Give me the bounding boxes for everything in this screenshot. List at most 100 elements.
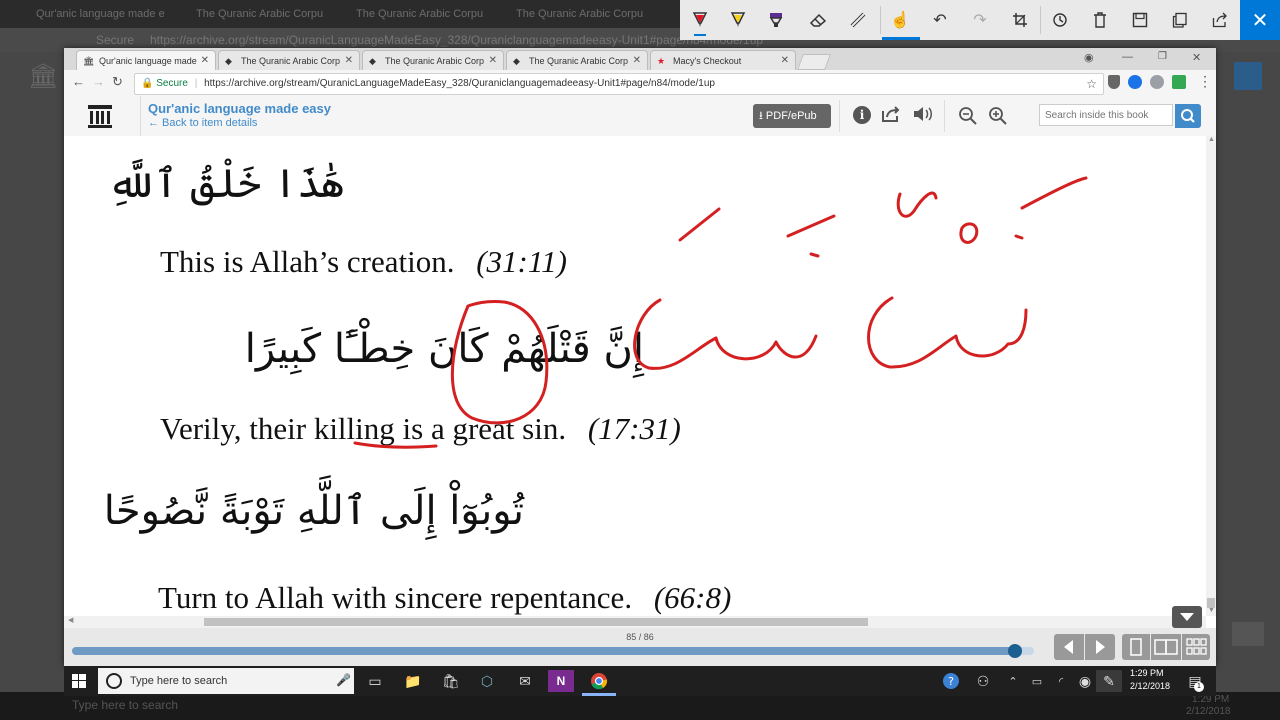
chrome-icon[interactable] (586, 670, 612, 692)
tab-label: The Quranic Arabic Corp (529, 56, 629, 66)
mail-icon[interactable]: ✉ (512, 670, 538, 692)
previous-page-button[interactable] (1054, 634, 1084, 660)
ballpoint-pen-icon[interactable] (686, 6, 714, 34)
tab-quranic-corpus[interactable]: ◆ The Quranic Arabic Corp ✕ (506, 50, 648, 70)
ink-annotation-layer (353, 176, 1088, 449)
one-page-view-icon[interactable] (1122, 634, 1150, 660)
background-tab: The Quranic Arabic Corpu (356, 8, 484, 20)
highlighter-icon[interactable] (762, 6, 790, 34)
tab-label: The Quranic Arabic Corp (385, 56, 485, 66)
bookmark-star-icon[interactable]: ☆ (1086, 74, 1097, 94)
people-icon[interactable]: ⚇ (970, 670, 996, 692)
tab-quranic-corpus[interactable]: ◆ The Quranic Arabic Corp ✕ (362, 50, 504, 70)
file-explorer-icon[interactable]: 📁 (400, 670, 426, 692)
background-search-text: Type here to search (72, 698, 179, 712)
close-icon[interactable]: ✕ (1240, 0, 1280, 40)
page-slider-fill (72, 647, 1015, 655)
ruler-icon[interactable] (844, 6, 872, 34)
forward-arrow-icon[interactable]: → (92, 74, 105, 89)
back-to-item-link[interactable]: ← Back to item details (148, 117, 257, 129)
background-tab: The Quranic Arabic Corpu (516, 8, 644, 20)
copy-icon[interactable] (1166, 6, 1194, 34)
task-view-icon[interactable]: ▭ (362, 670, 388, 692)
archive-logo-icon[interactable] (86, 102, 114, 135)
archive-favicon-icon: 🏛 (83, 56, 95, 66)
page-slider-track[interactable] (72, 644, 1034, 658)
collapse-footer-button[interactable] (1172, 606, 1202, 628)
tab-close-icon[interactable]: ✕ (201, 51, 209, 70)
sync-extension-icon[interactable] (1128, 75, 1142, 89)
3d-app-icon[interactable]: ⬡ (474, 670, 500, 692)
address-bar[interactable]: 🔒 Secure | https://archive.org/stream/Qu… (134, 73, 1104, 95)
share-icon[interactable] (881, 105, 901, 128)
page-slider-handle[interactable] (1007, 644, 1022, 658)
reload-icon[interactable]: ↻ (112, 74, 123, 90)
tab-quranic-language[interactable]: 🏛 Qur'anic language made ✕ (76, 50, 216, 70)
tab-close-icon[interactable]: ✕ (489, 51, 497, 70)
new-tab-button[interactable] (797, 54, 831, 70)
page-indicator: 85 / 86 (626, 632, 654, 642)
zoom-out-icon[interactable] (958, 106, 978, 131)
crop-icon[interactable] (1006, 6, 1034, 34)
handwritten-qatala (633, 298, 818, 370)
download-pdf-button[interactable]: ⭳ PDF/ePub (753, 104, 831, 128)
tab-label: Macy's Checkout (673, 56, 742, 66)
search-button[interactable] (1175, 104, 1201, 128)
scroll-up-icon[interactable]: ▲ (1208, 136, 1215, 143)
redo-icon[interactable]: ↷ (966, 6, 994, 34)
restore-icon[interactable]: ❐ (1158, 51, 1167, 62)
share-icon[interactable] (1206, 6, 1234, 34)
book-title[interactable]: Qur'anic language made easy (148, 101, 331, 116)
tab-macys-checkout[interactable]: ★ Macy's Checkout ✕ (650, 50, 796, 70)
back-arrow-icon[interactable]: ← (72, 74, 85, 89)
thumbnail-view-icon[interactable] (1182, 634, 1210, 660)
tab-quranic-corpus[interactable]: ◆ The Quranic Arabic Corp ✕ (218, 50, 360, 70)
eraser-icon[interactable] (804, 6, 832, 34)
url-text: https://archive.org/stream/QuranicLangua… (204, 78, 715, 89)
two-page-view-icon[interactable] (1151, 634, 1181, 660)
touch-writing-icon[interactable]: ☝ (886, 6, 914, 34)
scroll-left-icon[interactable]: ◀ (68, 616, 73, 624)
address-toolbar: ← → ↻ 🔒 Secure | https://archive.org/str… (64, 70, 1216, 97)
microphone-icon[interactable]: 🎤 (336, 673, 351, 687)
window-close-icon[interactable]: ✕ (1192, 51, 1201, 64)
start-windows-icon[interactable] (66, 670, 92, 692)
horizontal-scrollbar[interactable]: ◀ (64, 616, 1206, 628)
zoom-in-icon[interactable] (988, 106, 1008, 131)
evernote-extension-icon[interactable] (1172, 75, 1186, 89)
tab-close-icon[interactable]: ✕ (781, 51, 789, 70)
corpus-favicon-icon: ◆ (513, 56, 520, 66)
scroll-down-icon[interactable]: ▼ (1208, 607, 1215, 614)
read-aloud-speaker-icon[interactable] (912, 105, 934, 128)
clock-time[interactable]: 1:29 PM (1130, 668, 1164, 678)
menu-dots-icon[interactable]: ⋮ (1198, 73, 1212, 90)
scroll-thumb[interactable] (204, 618, 868, 626)
grammarly-extension-icon[interactable] (1150, 75, 1164, 89)
minimize-icon[interactable]: — (1122, 51, 1133, 63)
next-page-button[interactable] (1085, 634, 1115, 660)
history-icon[interactable] (1046, 6, 1074, 34)
handwritten-qattala (867, 296, 1028, 369)
battery-icon[interactable]: ▭ (1024, 670, 1050, 692)
onenote-icon[interactable]: N (548, 670, 574, 692)
tab-close-icon[interactable]: ✕ (345, 51, 353, 70)
windows-ink-workspace-icon[interactable]: ✎ (1096, 670, 1122, 692)
delete-icon[interactable] (1086, 6, 1114, 34)
help-icon[interactable]: ? (938, 670, 964, 692)
clock-date[interactable]: 2/12/2018 (1130, 681, 1170, 691)
chrome-tray-icon[interactable]: ◉ (1072, 670, 1098, 692)
pencil-icon[interactable] (724, 6, 752, 34)
search-inside-book-input[interactable] (1039, 104, 1173, 126)
taskbar-search-box[interactable]: Type here to search 🎤 (98, 668, 354, 694)
store-icon[interactable]: 🛍 (438, 670, 464, 692)
tab-close-icon[interactable]: ✕ (633, 51, 641, 70)
shield-extension-icon[interactable] (1108, 75, 1120, 89)
profile-icon[interactable]: ◉ (1084, 51, 1094, 64)
handwritten-shadda (896, 191, 938, 218)
vertical-scrollbar[interactable]: ▲ ▼ (1206, 136, 1216, 616)
show-hidden-icons[interactable]: ⌃ (1000, 670, 1026, 692)
wifi-icon[interactable]: ◜ (1048, 670, 1074, 692)
save-icon[interactable] (1126, 6, 1154, 34)
info-icon[interactable]: i (853, 106, 871, 124)
undo-icon[interactable]: ↶ (926, 6, 954, 34)
